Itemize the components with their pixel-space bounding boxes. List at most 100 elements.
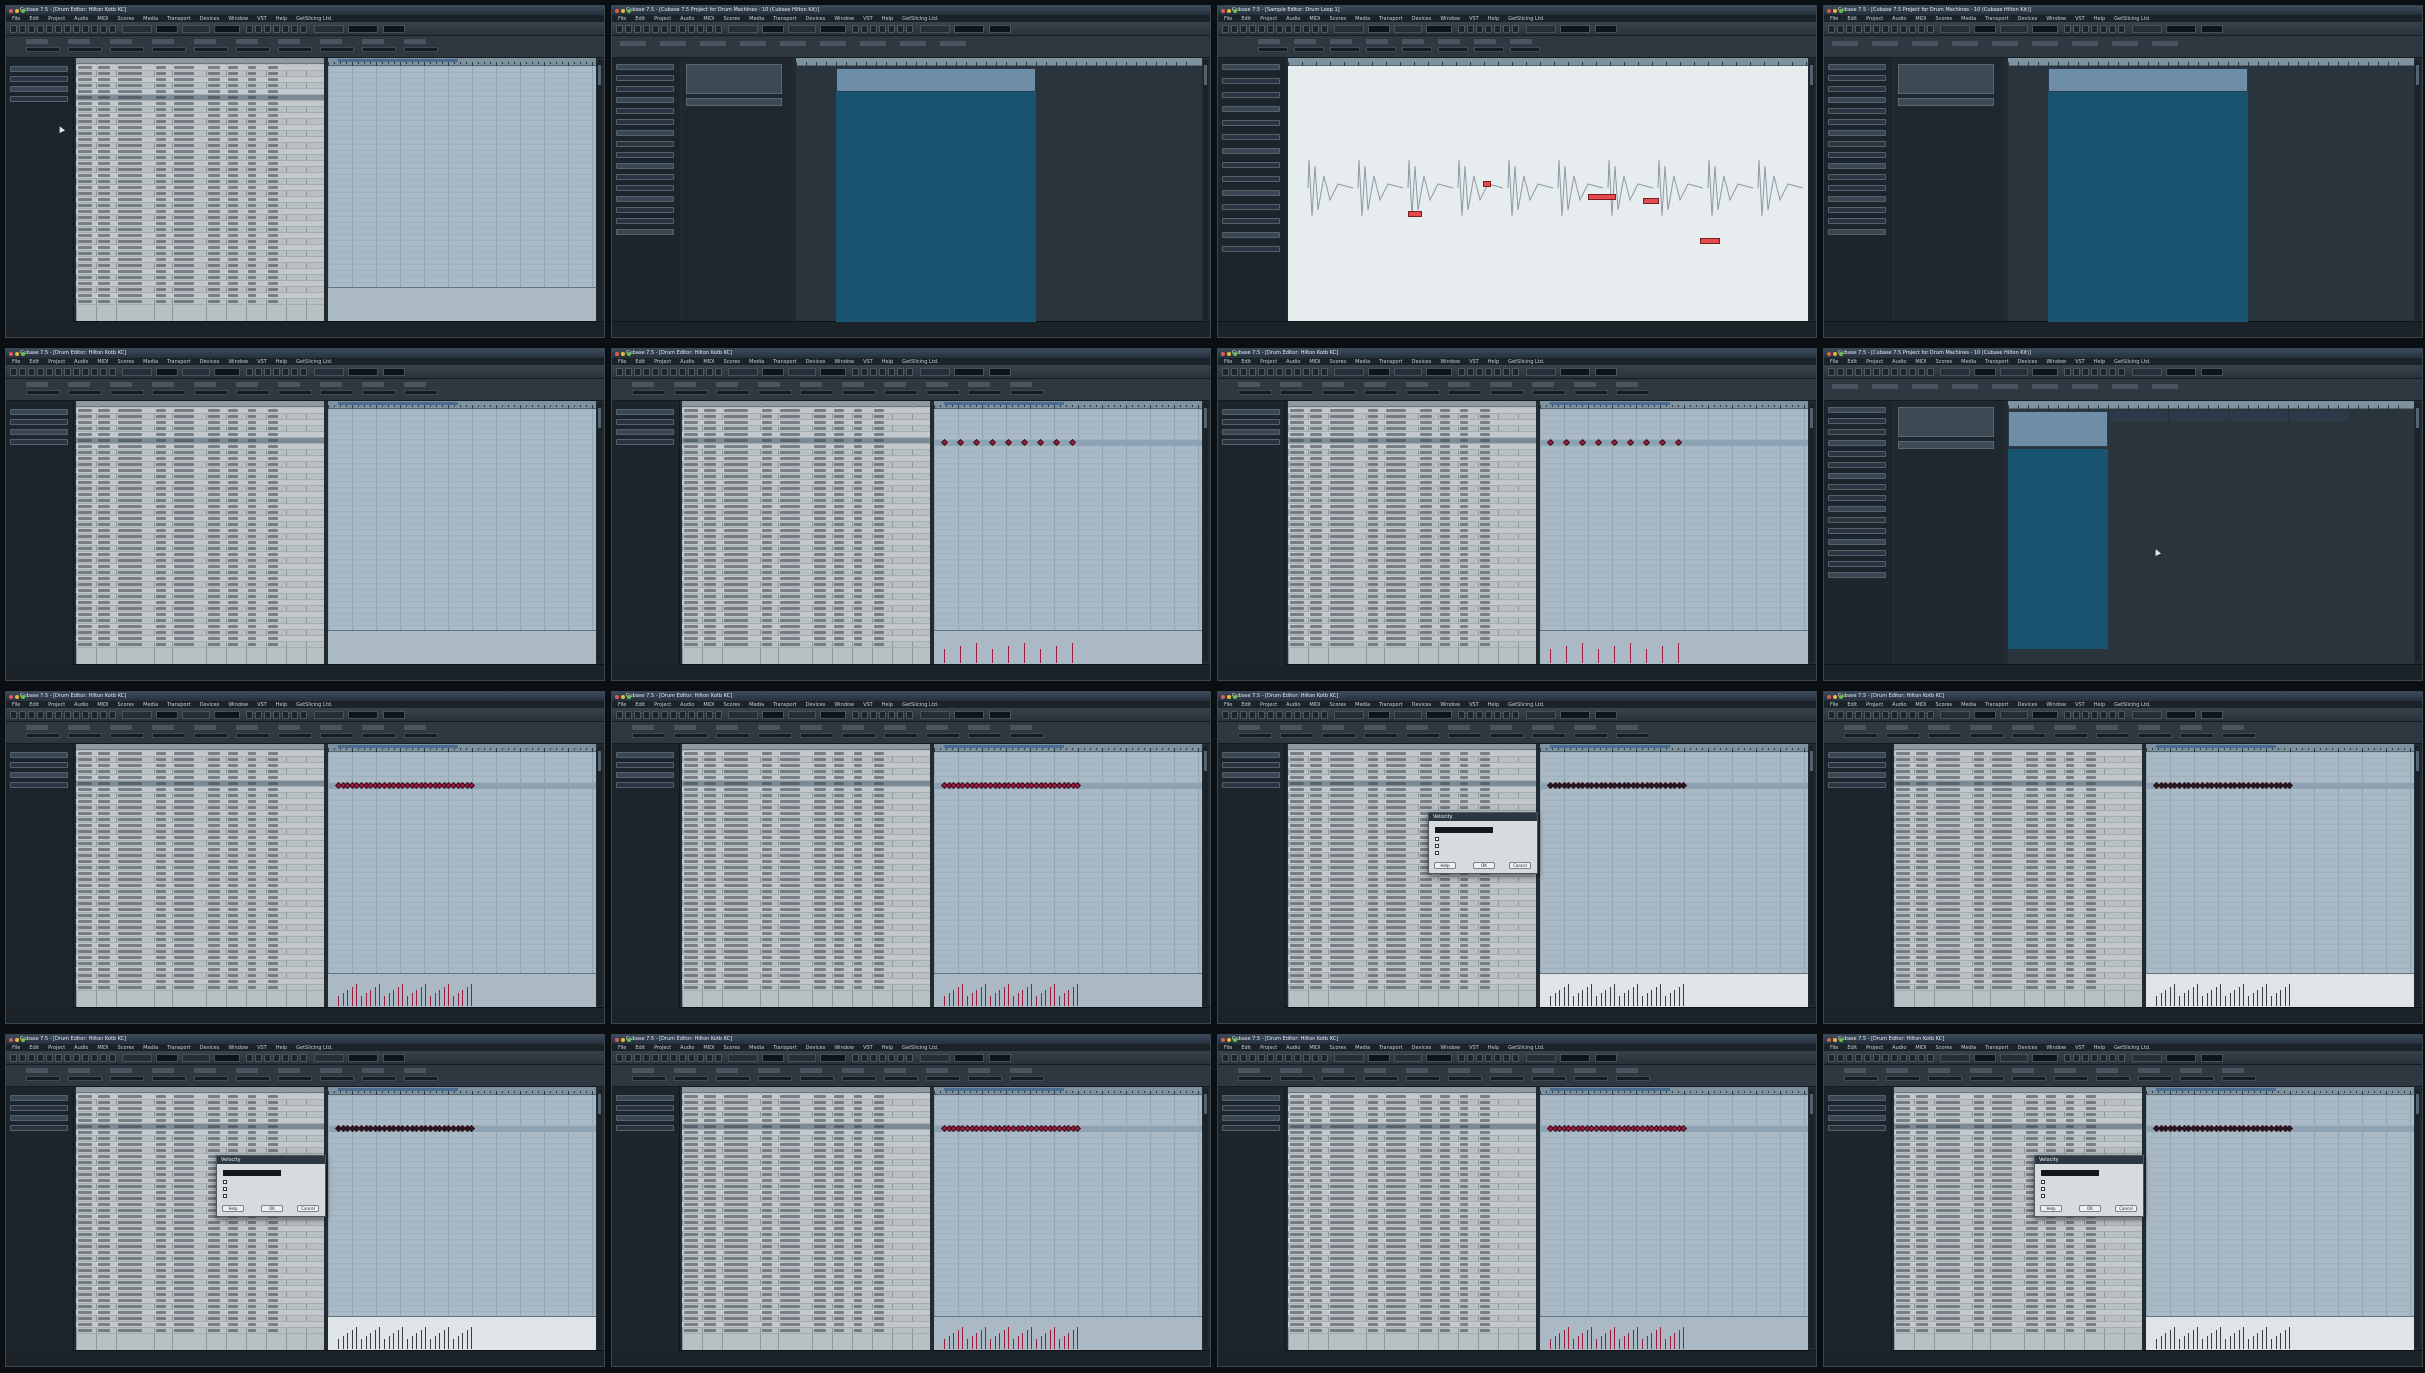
toolbar-tool-icon[interactable] — [1231, 711, 1238, 719]
toolbar-tool-icon[interactable] — [46, 25, 53, 33]
info-value[interactable] — [1532, 733, 1566, 738]
inspector-section[interactable] — [616, 218, 674, 224]
drum-hit-note[interactable] — [1610, 438, 1619, 447]
toolbar-tool-icon[interactable] — [1294, 368, 1301, 376]
toolbar-tool-icon[interactable] — [1267, 711, 1274, 719]
drum-map-selector[interactable] — [10, 762, 68, 768]
dialog-button[interactable]: Help — [1434, 862, 1456, 869]
window-buttons[interactable] — [615, 8, 633, 15]
toolbar-tool-icon[interactable] — [706, 711, 713, 719]
drum-map-selector[interactable] — [10, 66, 68, 72]
velocity-controller-lane[interactable] — [1540, 973, 1808, 1007]
window-control-icon[interactable] — [1827, 9, 1831, 13]
velocity-bar[interactable] — [1596, 996, 1597, 1006]
drum-sound-row[interactable] — [682, 642, 930, 648]
velocity-bar[interactable] — [1077, 984, 1079, 1006]
toolbar-tool-icon[interactable] — [1285, 711, 1292, 719]
velocity-controller-lane[interactable] — [328, 287, 596, 321]
toolbar-tool-icon[interactable] — [19, 368, 26, 376]
velocity-controller-lane[interactable] — [1540, 630, 1808, 664]
toolbar-tool-icon[interactable] — [715, 711, 722, 719]
inspector-section[interactable] — [1222, 120, 1280, 126]
window-control-icon[interactable] — [9, 9, 13, 13]
toolbar-field[interactable] — [788, 368, 816, 376]
toolbar-tool-icon[interactable] — [1891, 25, 1898, 33]
info-value[interactable] — [1322, 390, 1356, 395]
toolbar-tool-icon[interactable] — [861, 368, 868, 376]
velocity-bar[interactable] — [1568, 984, 1570, 1006]
toolbar-field[interactable] — [762, 25, 784, 33]
info-value[interactable] — [926, 390, 960, 395]
locator-range[interactable] — [1550, 745, 1670, 748]
ruler[interactable] — [934, 744, 1202, 752]
window-control-icon[interactable] — [1833, 352, 1837, 356]
toolbar-field[interactable] — [1394, 368, 1422, 376]
info-value[interactable] — [1616, 733, 1650, 738]
toolbar-tool-icon[interactable] — [1240, 368, 1247, 376]
velocity-bar[interactable] — [388, 993, 390, 1006]
toolbar-tool-icon[interactable] — [1494, 368, 1501, 376]
toolbar-field[interactable] — [1426, 368, 1452, 376]
toolbar-tool-icon[interactable] — [1467, 368, 1474, 376]
info-value[interactable] — [2096, 733, 2130, 738]
toolbar-tool-icon[interactable] — [28, 711, 35, 719]
window-control-icon[interactable] — [1839, 352, 1843, 356]
drum-map-selector[interactable] — [616, 782, 674, 788]
toolbar-tool-icon[interactable] — [2091, 368, 2098, 376]
toolbar-field[interactable] — [820, 25, 846, 33]
info-value[interactable] — [1294, 47, 1324, 52]
toolbar-tool-icon[interactable] — [1494, 25, 1501, 33]
info-value[interactable] — [758, 733, 792, 738]
inspector-section[interactable] — [1828, 207, 1886, 213]
velocity-controller-lane[interactable] — [328, 973, 596, 1007]
drum-map-selector[interactable] — [616, 752, 674, 758]
toolbar-tool-icon[interactable] — [888, 368, 895, 376]
toolbar-tool-icon[interactable] — [697, 25, 704, 33]
toolbar-tool-icon[interactable] — [1900, 368, 1907, 376]
scrollbar-thumb[interactable] — [1810, 65, 1813, 85]
velocity-bar[interactable] — [416, 990, 418, 1006]
toolbar-tool-icon[interactable] — [1476, 711, 1483, 719]
info-value[interactable] — [1406, 390, 1440, 395]
inspector-section[interactable] — [1828, 218, 1886, 224]
info-value[interactable] — [278, 47, 312, 52]
toolbar-tool-icon[interactable] — [616, 711, 623, 719]
toolbar-tool-icon[interactable] — [1258, 368, 1265, 376]
toolbar-tool-icon[interactable] — [291, 711, 298, 719]
info-value[interactable] — [884, 390, 918, 395]
vertical-scrollbar[interactable] — [1809, 60, 1814, 319]
toolbar-tool-icon[interactable] — [282, 368, 289, 376]
velocity-bar[interactable] — [1072, 987, 1074, 1006]
drum-map-selector[interactable] — [1222, 429, 1280, 435]
toolbar-tool-icon[interactable] — [1321, 711, 1328, 719]
toolbar-tool-icon[interactable] — [652, 25, 659, 33]
toolbar-tool-icon[interactable] — [679, 25, 686, 33]
velocity-bar[interactable] — [1582, 990, 1584, 1006]
drum-map-selector[interactable] — [616, 429, 674, 435]
info-value[interactable] — [1844, 733, 1878, 738]
drum-sound-row[interactable] — [76, 642, 324, 648]
locator-range[interactable] — [944, 745, 1064, 748]
info-value[interactable] — [1280, 390, 1314, 395]
window-buttons[interactable] — [1221, 694, 1239, 701]
toolbar-tool-icon[interactable] — [906, 25, 913, 33]
toolbar-field[interactable] — [1560, 711, 1590, 719]
toolbar-tool-icon[interactable] — [1512, 25, 1519, 33]
toolbar-field[interactable] — [954, 368, 984, 376]
toolbar-tool-icon[interactable] — [643, 368, 650, 376]
toolbar-field[interactable] — [954, 711, 984, 719]
toolbar-tool-icon[interactable] — [661, 368, 668, 376]
info-value[interactable] — [362, 733, 396, 738]
info-value[interactable] — [194, 47, 228, 52]
velocity-bar[interactable] — [999, 990, 1001, 1006]
drum-map-selector[interactable] — [10, 419, 68, 425]
drum-hit-note[interactable] — [988, 438, 997, 447]
drum-hit-note[interactable] — [972, 438, 981, 447]
window-control-icon[interactable] — [615, 695, 619, 699]
window-control-icon[interactable] — [1827, 695, 1831, 699]
velocity-bar[interactable] — [1598, 649, 1599, 663]
toolbar-tool-icon[interactable] — [55, 25, 62, 33]
info-value[interactable] — [968, 733, 1002, 738]
velocity-bar[interactable] — [1559, 990, 1561, 1006]
toolbar-tool-icon[interactable] — [282, 25, 289, 33]
